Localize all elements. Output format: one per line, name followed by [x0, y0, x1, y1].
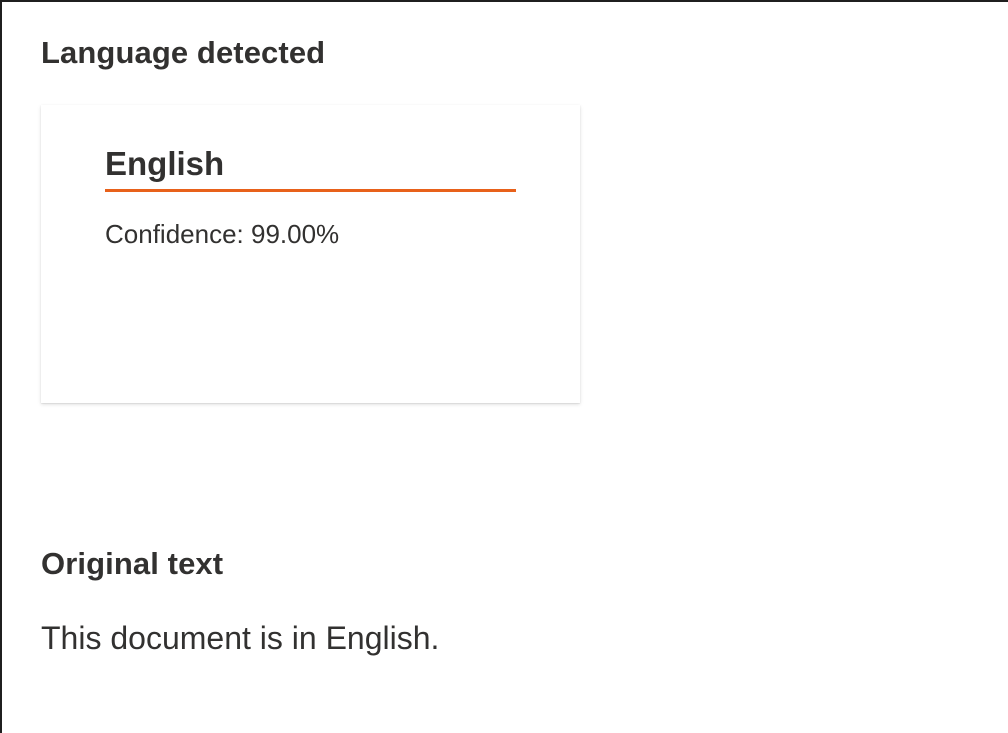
detected-language-name: English — [105, 145, 225, 182]
results-pane: Language detected English Confidence: 99… — [0, 0, 1008, 733]
language-detected-heading: Language detected — [41, 35, 326, 70]
original-text-content: This document is in English. — [41, 620, 440, 656]
original-text-heading: Original text — [41, 546, 224, 581]
language-accent-underline — [105, 189, 516, 192]
confidence-score: Confidence: 99.00% — [105, 219, 340, 249]
language-result-card: English Confidence: 99.00% — [41, 105, 580, 403]
